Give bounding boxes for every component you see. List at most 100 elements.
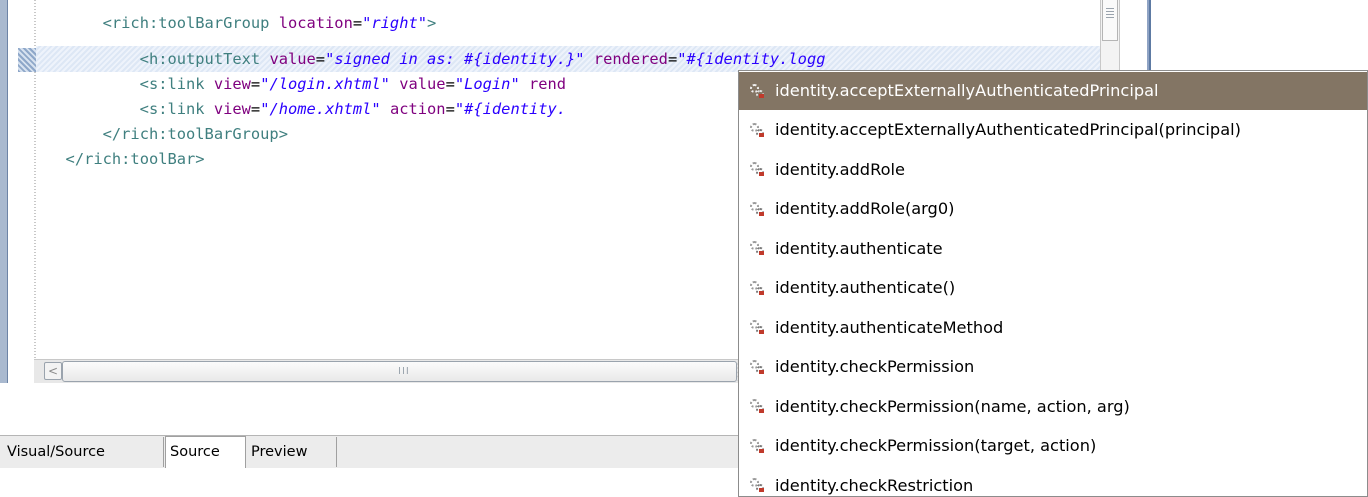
- code-token-eq: =: [667, 50, 678, 68]
- code-token-val: "#{identity.logg: [677, 50, 826, 68]
- code-token-tag: <: [102, 14, 112, 32]
- content-assist-item[interactable]: identity.acceptExternallyAuthenticatedPr…: [739, 72, 1367, 110]
- code-token-tagname: rich:toolBar: [84, 150, 196, 168]
- content-assist-item[interactable]: identity.authenticate(): [739, 268, 1367, 308]
- content-assist-item-label: identity.acceptExternallyAuthenticatedPr…: [775, 120, 1241, 139]
- horizontal-scrollbar-thumb[interactable]: III: [62, 361, 737, 382]
- el-property-icon: [747, 308, 767, 348]
- code-token-punct: [585, 50, 594, 68]
- horizontal-scrollbar[interactable]: < III: [34, 359, 775, 384]
- code-token-val: "signed in as: #{identity.}": [325, 50, 585, 68]
- editor-right-border-dark: [1149, 0, 1151, 72]
- code-token-punct: [520, 75, 529, 93]
- el-property-icon: [747, 268, 767, 308]
- current-line-marker: [18, 48, 36, 72]
- code-token-tag: <: [139, 50, 149, 68]
- code-token-val: "#{identity.: [454, 100, 567, 118]
- code-token-tag: <: [139, 100, 149, 118]
- thumb-grip-icon: III: [398, 366, 410, 377]
- el-property-icon: [747, 466, 767, 497]
- code-token-tagname: rich:toolBarGroup: [111, 14, 270, 32]
- code-token-punct: [269, 14, 278, 32]
- code-token-attr: rendered: [593, 50, 668, 68]
- content-assist-item[interactable]: identity.authenticate: [739, 229, 1367, 269]
- content-assist-item-label: identity.checkRestriction: [775, 475, 974, 495]
- content-assist-item-label: identity.authenticate(): [775, 278, 956, 297]
- code-token-tagname: s:link: [148, 75, 205, 93]
- code-token-val: "Login": [454, 75, 520, 93]
- code-line[interactable]: <s:link view="/home.xhtml" action="#{ide…: [47, 97, 566, 121]
- code-token-punct: [205, 100, 214, 118]
- code-token-eq: =: [250, 75, 261, 93]
- content-assist-item-label: identity.authenticateMethod: [775, 317, 1004, 337]
- content-assist-item-label: identity.acceptExternallyAuthenticatedPr…: [775, 81, 1159, 100]
- code-token-val: "/login.xhtml": [260, 75, 390, 93]
- content-assist-item[interactable]: identity.checkPermission(name, action, a…: [739, 387, 1367, 427]
- code-token-eq: =: [315, 50, 326, 68]
- code-line[interactable]: <s:link view="/login.xhtml" value="Login…: [47, 72, 566, 96]
- code-token-attr: view: [213, 75, 251, 93]
- code-token-attr: rend: [529, 75, 567, 93]
- vertical-scrollbar-thumb[interactable]: [1102, 0, 1118, 41]
- el-property-icon: [747, 189, 767, 229]
- code-token-eq: =: [445, 100, 455, 118]
- content-assist-item-label: identity.checkPermission(name, action, a…: [775, 396, 1130, 416]
- content-assist-popup[interactable]: identity.acceptExternallyAuthenticatedPr…: [738, 70, 1368, 497]
- content-assist-item[interactable]: identity.addRole: [739, 150, 1367, 190]
- content-assist-item[interactable]: identity.acceptExternallyAuthenticatedPr…: [739, 110, 1367, 150]
- code-line[interactable]: </rich:toolBar>: [47, 147, 205, 171]
- code-token-attr: location: [278, 14, 353, 32]
- content-assist-item-label: identity.authenticate: [775, 238, 943, 258]
- code-token-punct: [381, 100, 390, 118]
- scroll-left-arrow-icon[interactable]: <: [44, 362, 62, 380]
- content-assist-item[interactable]: identity.addRole(arg0): [739, 189, 1367, 229]
- el-property-icon: [747, 387, 767, 427]
- tab-source[interactable]: Source: [165, 436, 246, 468]
- editor-left-gutter: [0, 0, 7, 438]
- el-property-icon: [747, 229, 767, 269]
- content-assist-item-label: identity.checkPermission: [775, 357, 975, 376]
- content-assist-item-label: identity.addRole(arg0): [775, 199, 955, 218]
- el-property-icon: [747, 347, 767, 387]
- content-assist-item[interactable]: identity.checkPermission: [739, 347, 1367, 387]
- code-line[interactable]: <rich:toolBarGroup location="right">: [47, 11, 437, 35]
- el-property-icon: [747, 72, 767, 110]
- code-token-eq: =: [250, 100, 261, 118]
- code-token-attr: view: [213, 100, 251, 118]
- content-assist-item[interactable]: identity.checkPermission(target, action): [739, 426, 1367, 466]
- code-token-tagname: h:outputText: [148, 50, 261, 68]
- code-token-tag: <: [139, 75, 149, 93]
- el-property-icon: [747, 110, 767, 150]
- el-property-icon: [747, 150, 767, 190]
- code-token-attr: action: [389, 100, 446, 118]
- code-token-val: "/home.xhtml": [260, 100, 381, 118]
- code-token-punct: [390, 75, 399, 93]
- code-token-tagname: s:link: [148, 100, 205, 118]
- content-assist-item[interactable]: identity.authenticateMethod: [739, 308, 1367, 348]
- code-token-tag: </: [65, 150, 85, 168]
- code-token-tag: >: [195, 150, 205, 168]
- scroll-grip-icon: [1106, 8, 1114, 18]
- code-line[interactable]: <h:outputText value="signed in as: #{ide…: [47, 47, 826, 71]
- content-assist-item-label: identity.checkPermission(target, action): [775, 436, 1097, 455]
- code-token-eq: =: [445, 75, 455, 93]
- code-token-tag: >: [278, 125, 288, 143]
- tab-visual-source[interactable]: Visual/Source: [3, 437, 164, 467]
- editor-bottom-area: [0, 383, 750, 438]
- code-token-attr: value: [269, 50, 316, 68]
- code-token-punct: [205, 75, 214, 93]
- code-line[interactable]: </rich:toolBarGroup>: [47, 122, 288, 146]
- code-token-val: "right": [362, 14, 427, 32]
- tab-preview[interactable]: Preview: [247, 437, 337, 467]
- content-assist-item[interactable]: identity.checkRestriction: [739, 466, 1367, 497]
- code-token-tag: </: [102, 125, 122, 143]
- code-token-tagname: rich:toolBarGroup: [121, 125, 279, 143]
- content-assist-item-label: identity.addRole: [775, 159, 905, 179]
- code-token-attr: value: [399, 75, 446, 93]
